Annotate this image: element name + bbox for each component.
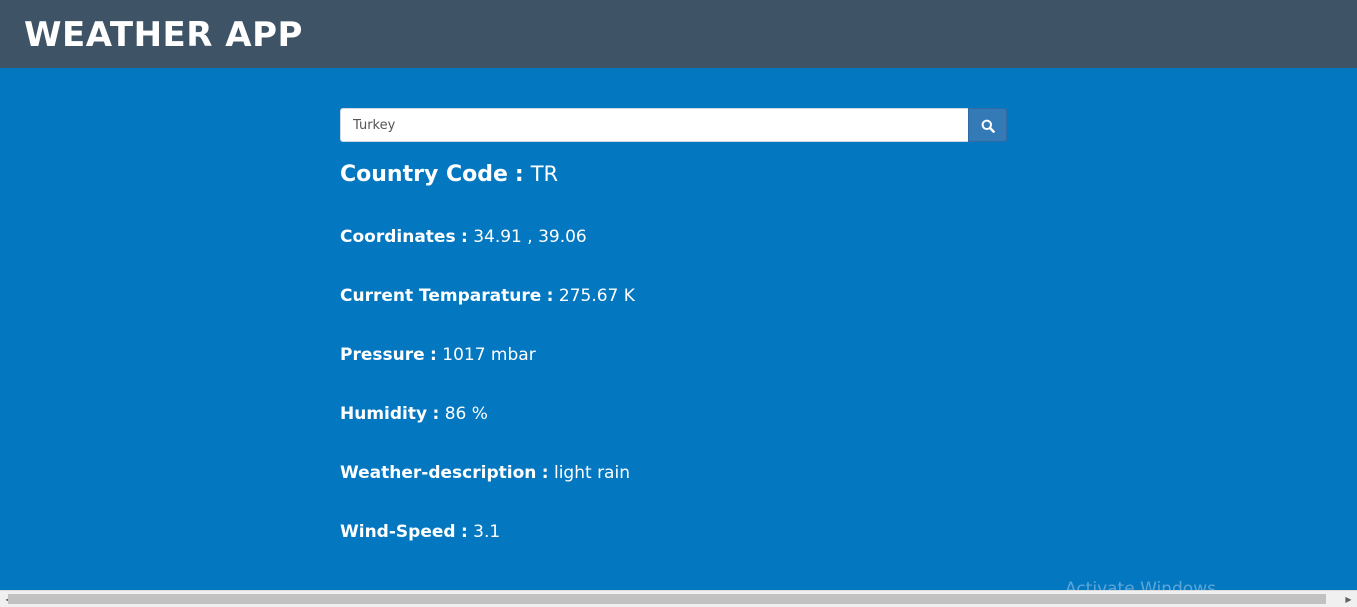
scroll-right-icon[interactable]: ▶ [1340, 591, 1357, 607]
pressure-sep: : [430, 345, 437, 365]
humidity-sep: : [432, 404, 440, 424]
wind-speed-sep: : [460, 522, 468, 542]
wind-speed-label: Wind-Speed [340, 522, 456, 542]
temperature-sep: : [546, 286, 554, 306]
navbar: WEATHER APP [0, 0, 1357, 68]
temperature-value: 275.67 K [558, 286, 635, 306]
humidity-label: Humidity [340, 404, 428, 424]
country-code-line: Country Code : TR [340, 164, 558, 186]
pressure-label: Pressure [340, 345, 425, 365]
coordinates-value: 34.91 , 39.06 [473, 227, 587, 247]
temperature-label: Current Temparature [340, 286, 542, 306]
description-sep: : [541, 463, 549, 483]
humidity-value: 86 % [444, 404, 488, 424]
pressure-line: Pressure : 1017 mbar [340, 347, 536, 364]
country-code-sep: : [514, 162, 524, 187]
description-line: Weather-description : light rain [340, 465, 630, 482]
app-title: WEATHER APP [24, 15, 303, 55]
search-icon [981, 119, 995, 133]
search-bar [340, 108, 1007, 142]
country-code-label: Country Code [340, 162, 508, 187]
coordinates-sep: : [460, 227, 468, 247]
wind-speed-line: Wind-Speed : 3.1 [340, 524, 500, 541]
search-button[interactable] [968, 108, 1007, 142]
temperature-line: Current Temparature : 275.67 K [340, 288, 635, 305]
pressure-value: 1017 mbar [442, 345, 536, 365]
coordinates-line: Coordinates : 34.91 , 39.06 [340, 229, 587, 246]
description-label: Weather-description [340, 463, 537, 483]
search-input[interactable] [340, 108, 969, 142]
humidity-line: Humidity : 86 % [340, 406, 488, 423]
coordinates-label: Coordinates [340, 227, 456, 247]
country-code-value: TR [530, 162, 559, 186]
scrollbar-thumb[interactable] [8, 594, 1326, 604]
horizontal-scrollbar[interactable]: ◀ ▶ [0, 590, 1357, 607]
wind-speed-value: 3.1 [473, 522, 501, 542]
description-value: light rain [553, 463, 630, 483]
